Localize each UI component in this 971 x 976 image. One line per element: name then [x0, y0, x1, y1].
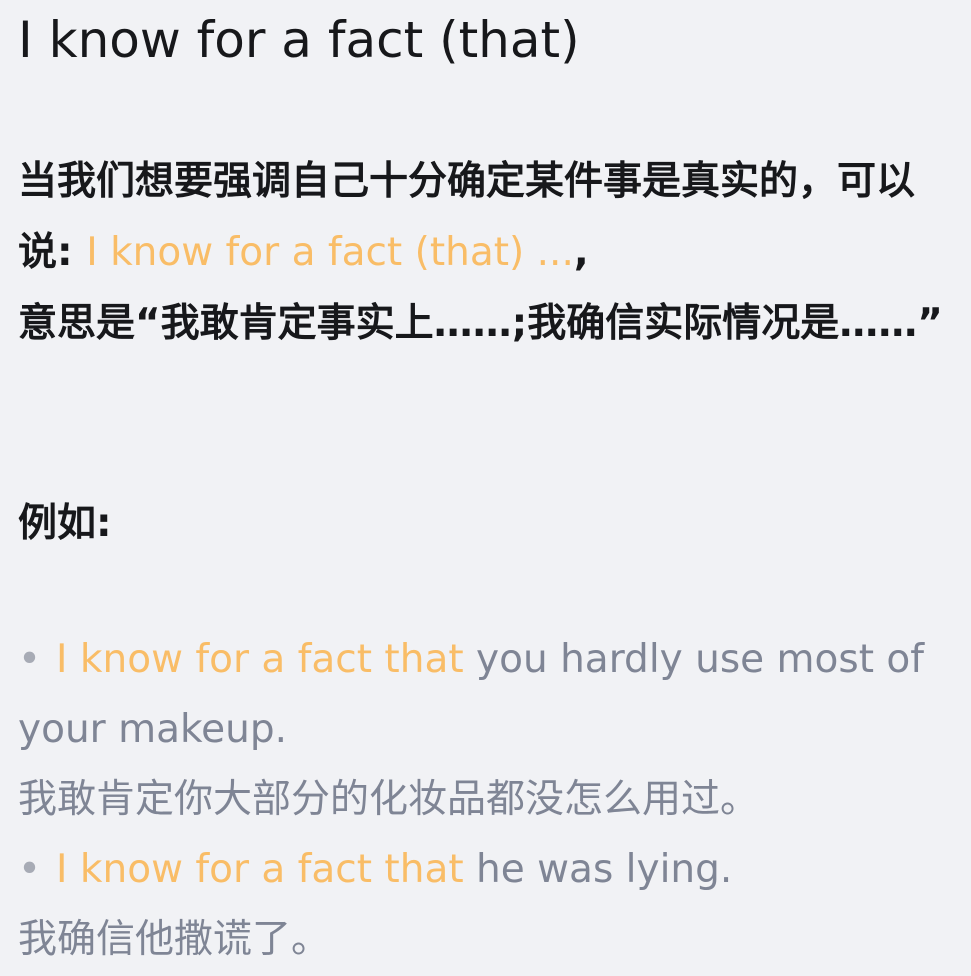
example-translation: 我敢肯定你大部分的化妆品都没怎么用过。	[18, 777, 760, 822]
bullet-icon: •	[18, 847, 42, 892]
explanation-comma: ,	[573, 230, 589, 275]
example-highlight: I know for a fact that	[56, 847, 464, 892]
example-item: • I know for a fact that he was lying. 我确…	[18, 835, 963, 975]
bullet-icon: •	[18, 637, 42, 682]
example-highlight: I know for a fact that	[56, 637, 464, 682]
examples-heading: 例如:	[18, 501, 112, 546]
examples-list: • I know for a fact that you hardly use m…	[18, 625, 963, 975]
phrase-explanation: 当我们想要强调自己十分确定某件事是真实的，可以说: I know for a f…	[18, 146, 963, 359]
page-title: I know for a fact (that)	[18, 11, 580, 69]
highlighted-phrase: I know for a fact (that) ...	[86, 230, 574, 275]
explanation-meaning: 意思是“我敢肯定事实上……;我确信实际情况是……”	[18, 301, 943, 346]
example-translation: 我确信他撒谎了。	[18, 917, 331, 962]
example-item: • I know for a fact that you hardly use m…	[18, 625, 963, 835]
example-english-rest: he was lying.	[463, 847, 733, 892]
